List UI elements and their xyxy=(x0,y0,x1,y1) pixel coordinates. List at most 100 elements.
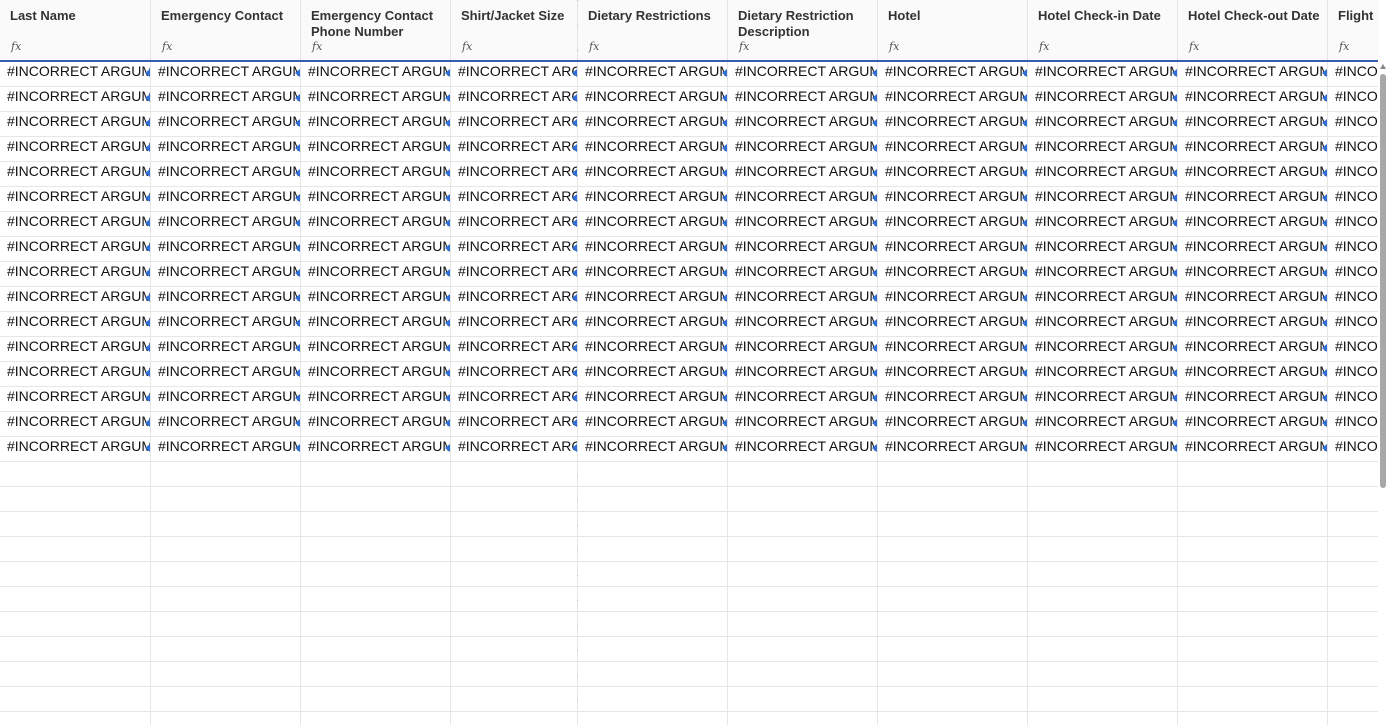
table-cell[interactable] xyxy=(1328,587,1378,612)
table-cell[interactable]: #INCORRECT ARGUMENT xyxy=(578,187,728,212)
table-cell[interactable]: #INCORRECT ARGUMENT xyxy=(878,187,1028,212)
table-cell[interactable] xyxy=(1328,712,1378,725)
table-cell[interactable]: #INCORRECT ARGUMENT xyxy=(0,62,151,87)
column-header-7[interactable]: Hotel fx xyxy=(878,0,1028,60)
table-cell[interactable]: #INCORRECT ARGUMENT xyxy=(1028,87,1178,112)
table-cell[interactable] xyxy=(878,612,1028,637)
table-cell[interactable]: #INCORRECT ARGUMENT xyxy=(1028,387,1178,412)
table-cell[interactable]: #INCORRECT ARGUMENT xyxy=(301,137,451,162)
table-cell[interactable] xyxy=(1178,637,1328,662)
table-cell[interactable]: #INCORRECT ARGUMENT xyxy=(728,187,878,212)
table-cell[interactable] xyxy=(1178,712,1328,725)
table-cell[interactable]: #INCORRECT ARGUMENT xyxy=(151,362,301,387)
error-indicator-icon[interactable] xyxy=(1022,294,1027,302)
table-cell[interactable]: #INCORRECT ARGUMENT xyxy=(878,262,1028,287)
table-cell[interactable] xyxy=(578,687,728,712)
error-indicator-icon[interactable] xyxy=(1022,394,1027,402)
table-cell[interactable]: #INCORRECT ARGUMENT xyxy=(451,187,578,212)
table-cell[interactable] xyxy=(728,662,878,687)
table-cell[interactable] xyxy=(1178,612,1328,637)
error-indicator-icon[interactable] xyxy=(1322,269,1327,277)
error-indicator-icon[interactable] xyxy=(872,169,877,177)
table-cell[interactable] xyxy=(878,637,1028,662)
table-cell[interactable]: #INCORRECT ARGUMENT xyxy=(451,262,578,287)
error-indicator-icon[interactable] xyxy=(1322,194,1327,202)
table-cell[interactable] xyxy=(878,712,1028,725)
table-cell[interactable] xyxy=(0,687,151,712)
table-cell[interactable]: #INCORRECT ARGUMENT xyxy=(301,262,451,287)
error-indicator-icon[interactable] xyxy=(445,194,450,202)
table-cell[interactable]: #INCORRECT ARGUMENT xyxy=(1178,162,1328,187)
table-cell[interactable] xyxy=(578,487,728,512)
table-cell[interactable] xyxy=(1178,662,1328,687)
table-cell[interactable]: #INCORRECT ARGUMENT xyxy=(0,262,151,287)
error-indicator-icon[interactable] xyxy=(295,269,300,277)
table-cell[interactable]: #INCORRECT ARGUMENT xyxy=(728,287,878,312)
table-cell[interactable]: #INCORRECT ARGUMENT xyxy=(301,87,451,112)
vertical-scrollbar[interactable] xyxy=(1378,0,1387,725)
table-cell[interactable]: #INCORRECT ARGUMENT xyxy=(0,312,151,337)
table-cell[interactable]: #INCORRECT ARGUMENT xyxy=(151,337,301,362)
table-cell[interactable] xyxy=(301,687,451,712)
table-cell[interactable] xyxy=(878,487,1028,512)
table-cell[interactable]: #INCORRECT ARGUMENT xyxy=(1328,162,1378,187)
table-cell[interactable]: #INCORRECT ARGUMENT xyxy=(878,387,1028,412)
table-cell[interactable]: #INCORRECT ARGUMENT xyxy=(1178,137,1328,162)
table-cell[interactable]: #INCORRECT ARGUMENT xyxy=(301,387,451,412)
error-indicator-icon[interactable] xyxy=(722,219,727,227)
error-indicator-icon[interactable] xyxy=(145,444,150,452)
error-indicator-icon[interactable] xyxy=(145,119,150,127)
table-cell[interactable] xyxy=(451,637,578,662)
table-cell[interactable]: #INCORRECT ARGUMENT xyxy=(151,237,301,262)
table-cell[interactable]: #INCORRECT ARGUMENT xyxy=(578,262,728,287)
error-indicator-icon[interactable] xyxy=(1172,144,1177,152)
error-indicator-icon[interactable] xyxy=(1322,219,1327,227)
error-indicator-icon[interactable] xyxy=(145,169,150,177)
error-indicator-icon[interactable] xyxy=(872,344,877,352)
error-indicator-icon[interactable] xyxy=(722,419,727,427)
table-cell[interactable]: #INCORRECT ARGUMENT xyxy=(728,362,878,387)
table-cell[interactable]: #INCORRECT ARGUMENT xyxy=(301,212,451,237)
table-cell[interactable] xyxy=(451,537,578,562)
error-indicator-icon[interactable] xyxy=(872,444,877,452)
error-indicator-icon[interactable] xyxy=(1172,344,1177,352)
error-indicator-icon[interactable] xyxy=(445,244,450,252)
scrollbar-thumb[interactable] xyxy=(1380,74,1386,488)
table-cell[interactable]: #INCORRECT ARGUMENT xyxy=(578,162,728,187)
table-cell[interactable]: #INCORRECT ARGUMENT xyxy=(878,412,1028,437)
error-indicator-icon[interactable] xyxy=(445,269,450,277)
table-cell[interactable]: #INCORRECT ARGUMENT xyxy=(301,437,451,462)
error-indicator-icon[interactable] xyxy=(872,369,877,377)
table-cell[interactable] xyxy=(1028,612,1178,637)
table-cell[interactable]: #INCORRECT ARGUMENT xyxy=(0,287,151,312)
error-indicator-icon[interactable] xyxy=(145,344,150,352)
table-cell[interactable]: #INCORRECT ARGUMENT xyxy=(578,412,728,437)
table-cell[interactable] xyxy=(151,687,301,712)
error-indicator-icon[interactable] xyxy=(295,394,300,402)
table-cell[interactable]: #INCORRECT ARGUMENT xyxy=(451,312,578,337)
error-indicator-icon[interactable] xyxy=(722,119,727,127)
table-cell[interactable] xyxy=(1178,587,1328,612)
error-indicator-icon[interactable] xyxy=(722,394,727,402)
table-cell[interactable]: #INCORRECT ARGUMENT xyxy=(1028,262,1178,287)
error-indicator-icon[interactable] xyxy=(1172,369,1177,377)
error-indicator-icon[interactable] xyxy=(445,219,450,227)
table-cell[interactable]: #INCORRECT ARGUMENT xyxy=(1028,337,1178,362)
error-indicator-icon[interactable] xyxy=(722,269,727,277)
error-indicator-icon[interactable] xyxy=(295,219,300,227)
error-indicator-icon[interactable] xyxy=(1022,94,1027,102)
error-indicator-icon[interactable] xyxy=(1172,444,1177,452)
table-cell[interactable]: #INCORRECT ARGUMENT xyxy=(301,412,451,437)
table-cell[interactable]: #INCORRECT ARGUMENT xyxy=(151,112,301,137)
error-indicator-icon[interactable] xyxy=(872,319,877,327)
table-cell[interactable] xyxy=(578,537,728,562)
table-cell[interactable] xyxy=(1328,662,1378,687)
column-header-1[interactable]: Last Name fx xyxy=(0,0,151,60)
table-cell[interactable]: #INCORRECT ARGUMENT xyxy=(1178,387,1328,412)
error-indicator-icon[interactable] xyxy=(145,94,150,102)
error-indicator-icon[interactable] xyxy=(295,369,300,377)
table-cell[interactable] xyxy=(1178,462,1328,487)
table-cell[interactable]: #INCORRECT ARGUMENT xyxy=(1178,287,1328,312)
table-cell[interactable] xyxy=(1178,562,1328,587)
table-cell[interactable]: #INCORRECT ARGUMENT xyxy=(451,237,578,262)
